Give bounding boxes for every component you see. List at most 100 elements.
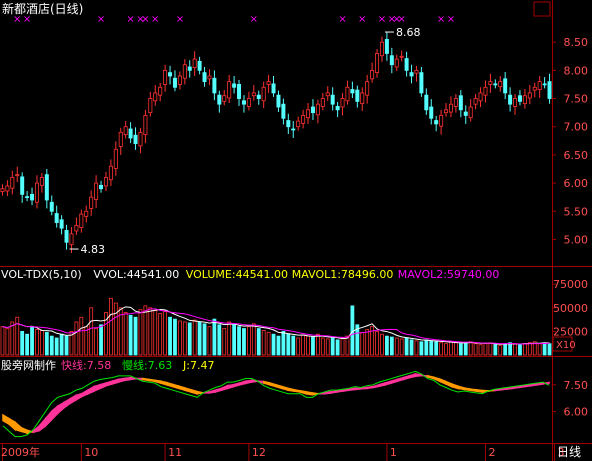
candle-body[interactable] [241, 100, 246, 105]
volume-bar[interactable] [15, 316, 20, 356]
candle-body[interactable] [138, 131, 143, 147]
candle-body[interactable] [227, 81, 232, 99]
candle-body[interactable] [256, 94, 261, 99]
candle-body[interactable] [301, 115, 306, 124]
volume-bar[interactable] [212, 318, 217, 356]
candle-body[interactable] [375, 53, 380, 74]
candle-body[interactable] [143, 115, 148, 136]
candle-body[interactable] [123, 126, 128, 136]
volume-bar[interactable] [128, 314, 133, 356]
volume-bar[interactable] [453, 342, 458, 356]
volume-bar[interactable] [537, 343, 542, 356]
volume-bar[interactable] [74, 321, 79, 356]
candle-body[interactable] [64, 230, 69, 243]
volume-bar[interactable] [39, 330, 44, 356]
candle-body[interactable] [384, 38, 389, 54]
volume-bar[interactable] [439, 342, 444, 356]
candle-body[interactable] [246, 98, 251, 107]
volume-bar[interactable] [0, 326, 5, 356]
candle-body[interactable] [340, 98, 345, 108]
volume-bar[interactable] [399, 338, 404, 356]
candle-body[interactable] [453, 98, 458, 107]
candle-body[interactable] [537, 81, 542, 90]
candle-body[interactable] [434, 120, 439, 125]
volume-bar[interactable] [217, 324, 222, 356]
candle-body[interactable] [419, 72, 424, 94]
candle-body[interactable] [379, 41, 384, 57]
candle-body[interactable] [527, 92, 532, 99]
volume-bar[interactable] [340, 337, 345, 356]
volume-bar[interactable] [463, 342, 468, 356]
volume-bar[interactable] [409, 339, 414, 356]
volume-bar[interactable] [187, 322, 192, 356]
volume-bar[interactable] [64, 335, 69, 356]
volume-bar[interactable] [320, 337, 325, 356]
candle-body[interactable] [355, 89, 360, 102]
volume-bar[interactable] [79, 316, 84, 356]
candle-body[interactable] [54, 213, 59, 223]
candle-body[interactable] [291, 128, 296, 131]
candle-body[interactable] [493, 83, 498, 86]
candle-body[interactable] [207, 75, 212, 80]
volume-bar[interactable] [449, 341, 453, 356]
candle-body[interactable] [69, 233, 74, 245]
volume-bar[interactable] [350, 305, 355, 356]
candle-body[interactable] [20, 176, 25, 195]
candle-body[interactable] [424, 94, 429, 111]
candle-body[interactable] [25, 196, 30, 199]
candle-body[interactable] [306, 109, 311, 119]
volume-bar[interactable] [148, 307, 153, 356]
volume-bar[interactable] [547, 343, 552, 356]
volume-bar[interactable] [330, 337, 335, 356]
candle-body[interactable] [261, 86, 266, 102]
candle-body[interactable] [444, 109, 449, 114]
volume-bar[interactable] [133, 316, 138, 356]
volume-bar[interactable] [315, 333, 320, 356]
candle-body[interactable] [517, 95, 522, 102]
candle-body[interactable] [513, 98, 518, 107]
volume-bar[interactable] [251, 323, 256, 356]
candle-body[interactable] [483, 86, 488, 96]
volume-bar[interactable] [380, 333, 384, 356]
volume-bar[interactable] [222, 328, 227, 356]
volume-bar[interactable] [10, 321, 15, 356]
candle-body[interactable] [522, 95, 527, 105]
volume-bar[interactable] [394, 337, 399, 356]
volume-bar[interactable] [508, 342, 513, 356]
volume-bar[interactable] [291, 335, 296, 356]
candle-body[interactable] [212, 77, 217, 94]
volume-bar[interactable] [113, 302, 118, 356]
candle-body[interactable] [118, 131, 123, 147]
volume-bar[interactable] [522, 343, 527, 356]
volume-bar[interactable] [434, 341, 439, 356]
volume-bar[interactable] [424, 339, 429, 356]
volume-bar[interactable] [89, 307, 94, 356]
volume-bar[interactable] [429, 340, 434, 356]
candle-body[interactable] [271, 83, 276, 94]
volume-bar[interactable] [527, 342, 532, 356]
volume-bar[interactable] [108, 297, 113, 356]
candle-body[interactable] [232, 83, 237, 88]
candle-body[interactable] [133, 134, 138, 145]
candle-body[interactable] [89, 196, 94, 209]
candle-body[interactable] [39, 177, 44, 186]
candle-body[interactable] [197, 60, 202, 71]
volume-bar[interactable] [483, 343, 488, 356]
volume-bar[interactable] [311, 336, 315, 356]
candle-body[interactable] [468, 106, 473, 119]
volume-bar[interactable] [173, 318, 177, 356]
candle-body[interactable] [389, 55, 394, 66]
volume-bar[interactable] [197, 321, 202, 356]
candle-body[interactable] [281, 103, 286, 119]
candle-body[interactable] [409, 72, 414, 77]
candle-body[interactable] [414, 69, 419, 74]
candle-body[interactable] [182, 64, 187, 79]
candle-body[interactable] [310, 106, 315, 114]
volume-bar[interactable] [163, 311, 168, 356]
volume-bar[interactable] [503, 343, 508, 356]
volume-bar[interactable] [242, 328, 246, 356]
volume-bar[interactable] [202, 323, 207, 356]
volume-bar[interactable] [271, 333, 276, 356]
volume-bar[interactable] [468, 341, 473, 356]
volume-bar[interactable] [30, 326, 34, 356]
